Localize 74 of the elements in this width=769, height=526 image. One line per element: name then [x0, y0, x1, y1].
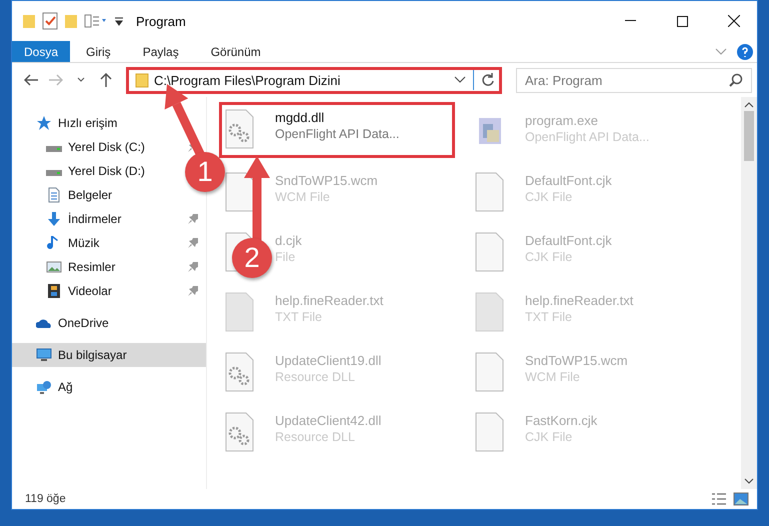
drive-icon: [46, 170, 62, 176]
file-icon: [475, 352, 505, 394]
settings-file-icon: [225, 352, 255, 394]
close-icon: [728, 15, 740, 27]
file-name: help.fineReader.txt: [525, 293, 634, 308]
file-icon: [225, 172, 255, 214]
large-icons-view-icon[interactable]: [733, 492, 749, 506]
sidebar-item[interactable]: OneDrive: [12, 311, 206, 335]
file-name: DefaultFont.cjk: [525, 173, 612, 188]
back-arrow-icon: [24, 74, 38, 86]
file-name: FastKorn.cjk: [525, 413, 598, 428]
settings-file-icon: [225, 412, 255, 454]
refresh-icon[interactable]: [481, 73, 495, 87]
star-icon: [36, 115, 52, 131]
help-icon[interactable]: [737, 44, 753, 60]
sidebar-item[interactable]: Yerel Disk (C:): [46, 140, 145, 154]
sidebar-item[interactable]: Yerel Disk (D:): [46, 164, 145, 178]
scrollbar[interactable]: [741, 97, 757, 489]
file-name: d.cjk: [275, 233, 302, 248]
minimize-icon: [624, 20, 636, 22]
file-name: DefaultFont.cjk: [525, 233, 612, 248]
file-icon: [475, 412, 505, 454]
network-icon: [36, 379, 52, 395]
details-view-icon[interactable]: [711, 492, 727, 506]
customize-caret-icon[interactable]: [114, 16, 124, 26]
maximize-icon: [676, 16, 688, 26]
window-title: Program: [136, 14, 187, 28]
sidebar-item[interactable]: Videolar: [46, 283, 112, 299]
file-name: SndToWP15.wcm: [525, 353, 628, 368]
dropdown-caret-icon[interactable]: [454, 76, 466, 84]
monitor-icon: [36, 347, 52, 363]
folder-icon: [135, 72, 149, 88]
properties-icon[interactable]: [42, 12, 58, 30]
scrollbar-thumb[interactable]: [744, 111, 754, 161]
download-arrow-icon: [46, 211, 62, 227]
ribbon-tab[interactable]: Dosya: [12, 41, 70, 62]
sidebar-item[interactable]: Belgeler: [46, 187, 112, 203]
file-name: UpdateClient42.dll: [275, 413, 382, 428]
selected-file-item[interactable]: mgdd.dll OpenFlight API Data...: [219, 102, 455, 158]
scroll-up-icon: [744, 101, 754, 109]
file-name: UpdateClient19.dll: [275, 353, 382, 368]
search-icon: [729, 72, 743, 86]
file-name: SndToWP15.wcm: [275, 173, 378, 188]
caret-icon: [76, 77, 84, 83]
file-name: help.fineReader.txt: [275, 293, 384, 308]
sidebar-item[interactable]: Hızlı erişim: [12, 111, 206, 135]
up-arrow-icon: [100, 73, 112, 87]
image-icon: [46, 259, 62, 275]
file-icon: [475, 172, 505, 214]
text-file-icon: [225, 292, 255, 334]
sidebar-item[interactable]: Resimler: [46, 259, 116, 275]
address-bar[interactable]: C:\Program Files\Program Dizini: [126, 66, 502, 94]
scroll-down-icon: [744, 477, 754, 485]
ribbon-tab[interactable]: Görünüm: [194, 41, 277, 62]
text-file-icon: [475, 292, 505, 334]
ribbon-tab[interactable]: Paylaş: [126, 41, 195, 62]
file-type: OpenFlight API Data...: [275, 127, 400, 141]
forward-arrow-icon: [48, 74, 62, 86]
sidebar-item[interactable]: Ağ: [12, 375, 206, 399]
view-menu-icon[interactable]: [84, 14, 108, 28]
drive-icon: [46, 146, 62, 152]
file-name: mgdd.dll: [275, 110, 326, 125]
file-icon: [475, 232, 505, 274]
settings-file-icon: [225, 109, 255, 151]
expand-ribbon-icon[interactable]: [715, 48, 727, 56]
file-name: program.exe: [525, 113, 599, 128]
document-icon: [46, 187, 62, 203]
film-icon: [46, 283, 62, 299]
sidebar-item[interactable]: İndirmeler: [46, 211, 122, 227]
search-field[interactable]: Ara: Program: [516, 68, 752, 92]
ribbon-tab[interactable]: Giriş: [70, 41, 127, 62]
sidebar-item[interactable]: Müzik: [46, 235, 100, 251]
sidebar-item[interactable]: Bu bilgisayar: [12, 343, 206, 367]
item-count: 119 öğe: [25, 493, 67, 505]
